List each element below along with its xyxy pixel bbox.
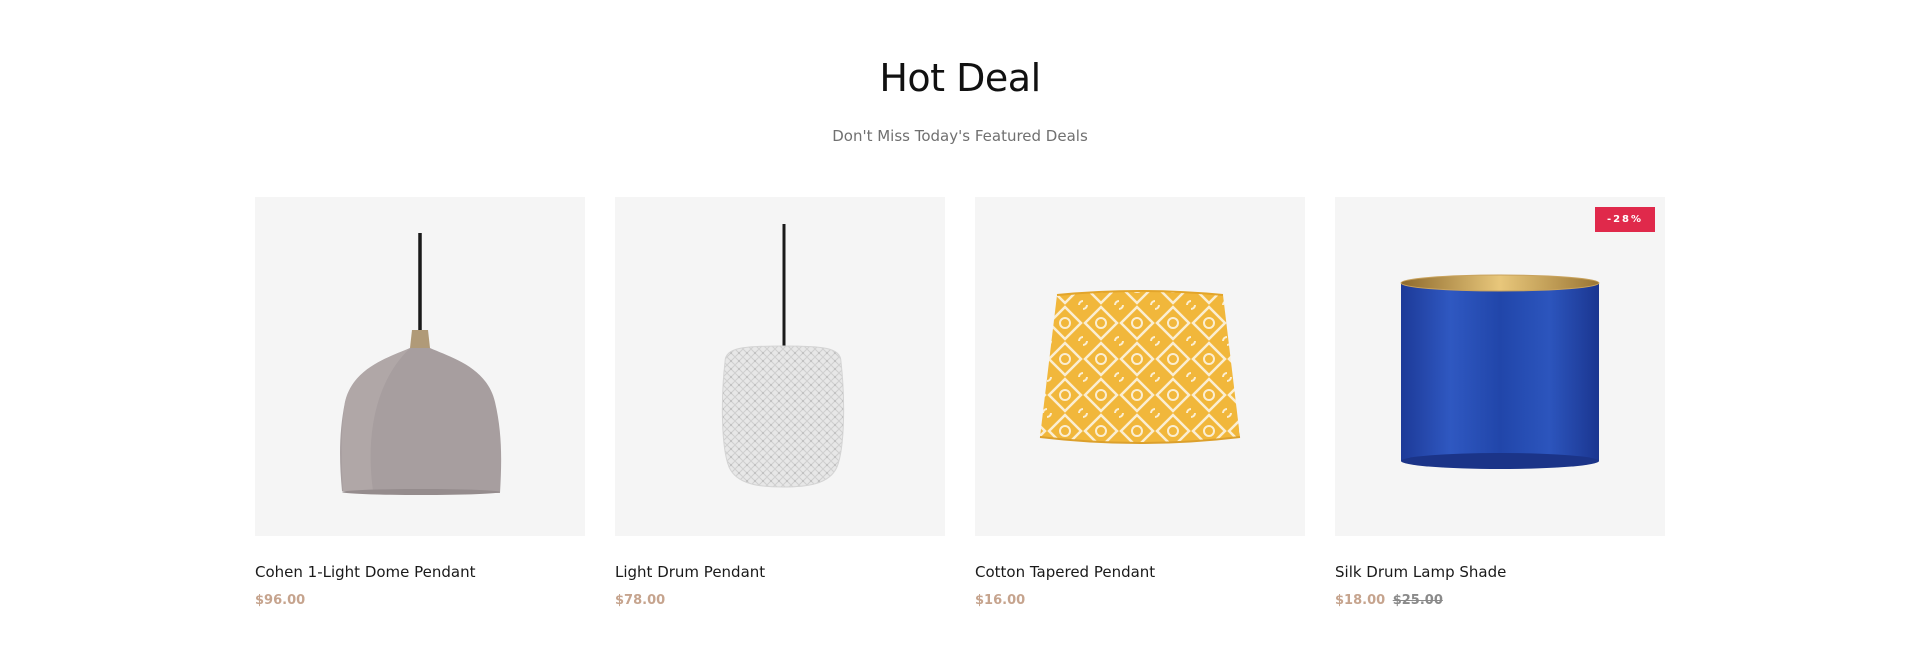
product-card[interactable]: Cotton Tapered Pendant $16.00: [975, 197, 1305, 610]
drum-lamp-shade-icon: [1400, 274, 1600, 469]
product-price-row: $96.00: [255, 592, 585, 610]
product-old-price: $25.00: [1392, 593, 1443, 608]
product-image-link[interactable]: [615, 197, 945, 536]
product-title-link[interactable]: Cohen 1-Light Dome Pendant: [255, 562, 585, 582]
product-price-row: $18.00 $25.00: [1335, 592, 1665, 610]
product-image-link[interactable]: [975, 197, 1305, 536]
section-subtitle: Don't Miss Today's Featured Deals: [832, 127, 1088, 145]
hot-deal-section: Hot Deal Don't Miss Today's Featured Dea…: [0, 0, 1920, 657]
product-title-link[interactable]: Silk Drum Lamp Shade: [1335, 562, 1665, 582]
product-grid: Cohen 1-Light Dome Pendant $96.00 Light …: [255, 197, 1665, 610]
tapered-lamp-shade-icon: [1039, 290, 1241, 444]
product-card[interactable]: Cohen 1-Light Dome Pendant $96.00: [255, 197, 585, 610]
product-image-link[interactable]: -28%: [1335, 197, 1665, 536]
dome-pendant-lamp-icon: [340, 233, 502, 495]
product-price: $16.00: [975, 593, 1026, 608]
product-image-link[interactable]: [255, 197, 585, 536]
product-card[interactable]: Light Drum Pendant $78.00: [615, 197, 945, 610]
drum-pendant-lamp-icon: [721, 224, 845, 488]
product-price-row: $78.00: [615, 592, 945, 610]
product-price: $18.00: [1335, 593, 1386, 608]
product-price-row: $16.00: [975, 592, 1305, 610]
product-card[interactable]: -28% Silk Drum Lamp Shade $18.00 $25.00: [1335, 197, 1665, 610]
product-price: $78.00: [615, 593, 666, 608]
product-price: $96.00: [255, 593, 306, 608]
product-title-link[interactable]: Light Drum Pendant: [615, 562, 945, 582]
discount-badge: -28%: [1595, 207, 1655, 232]
product-title-link[interactable]: Cotton Tapered Pendant: [975, 562, 1305, 582]
section-title: Hot Deal: [879, 56, 1041, 100]
